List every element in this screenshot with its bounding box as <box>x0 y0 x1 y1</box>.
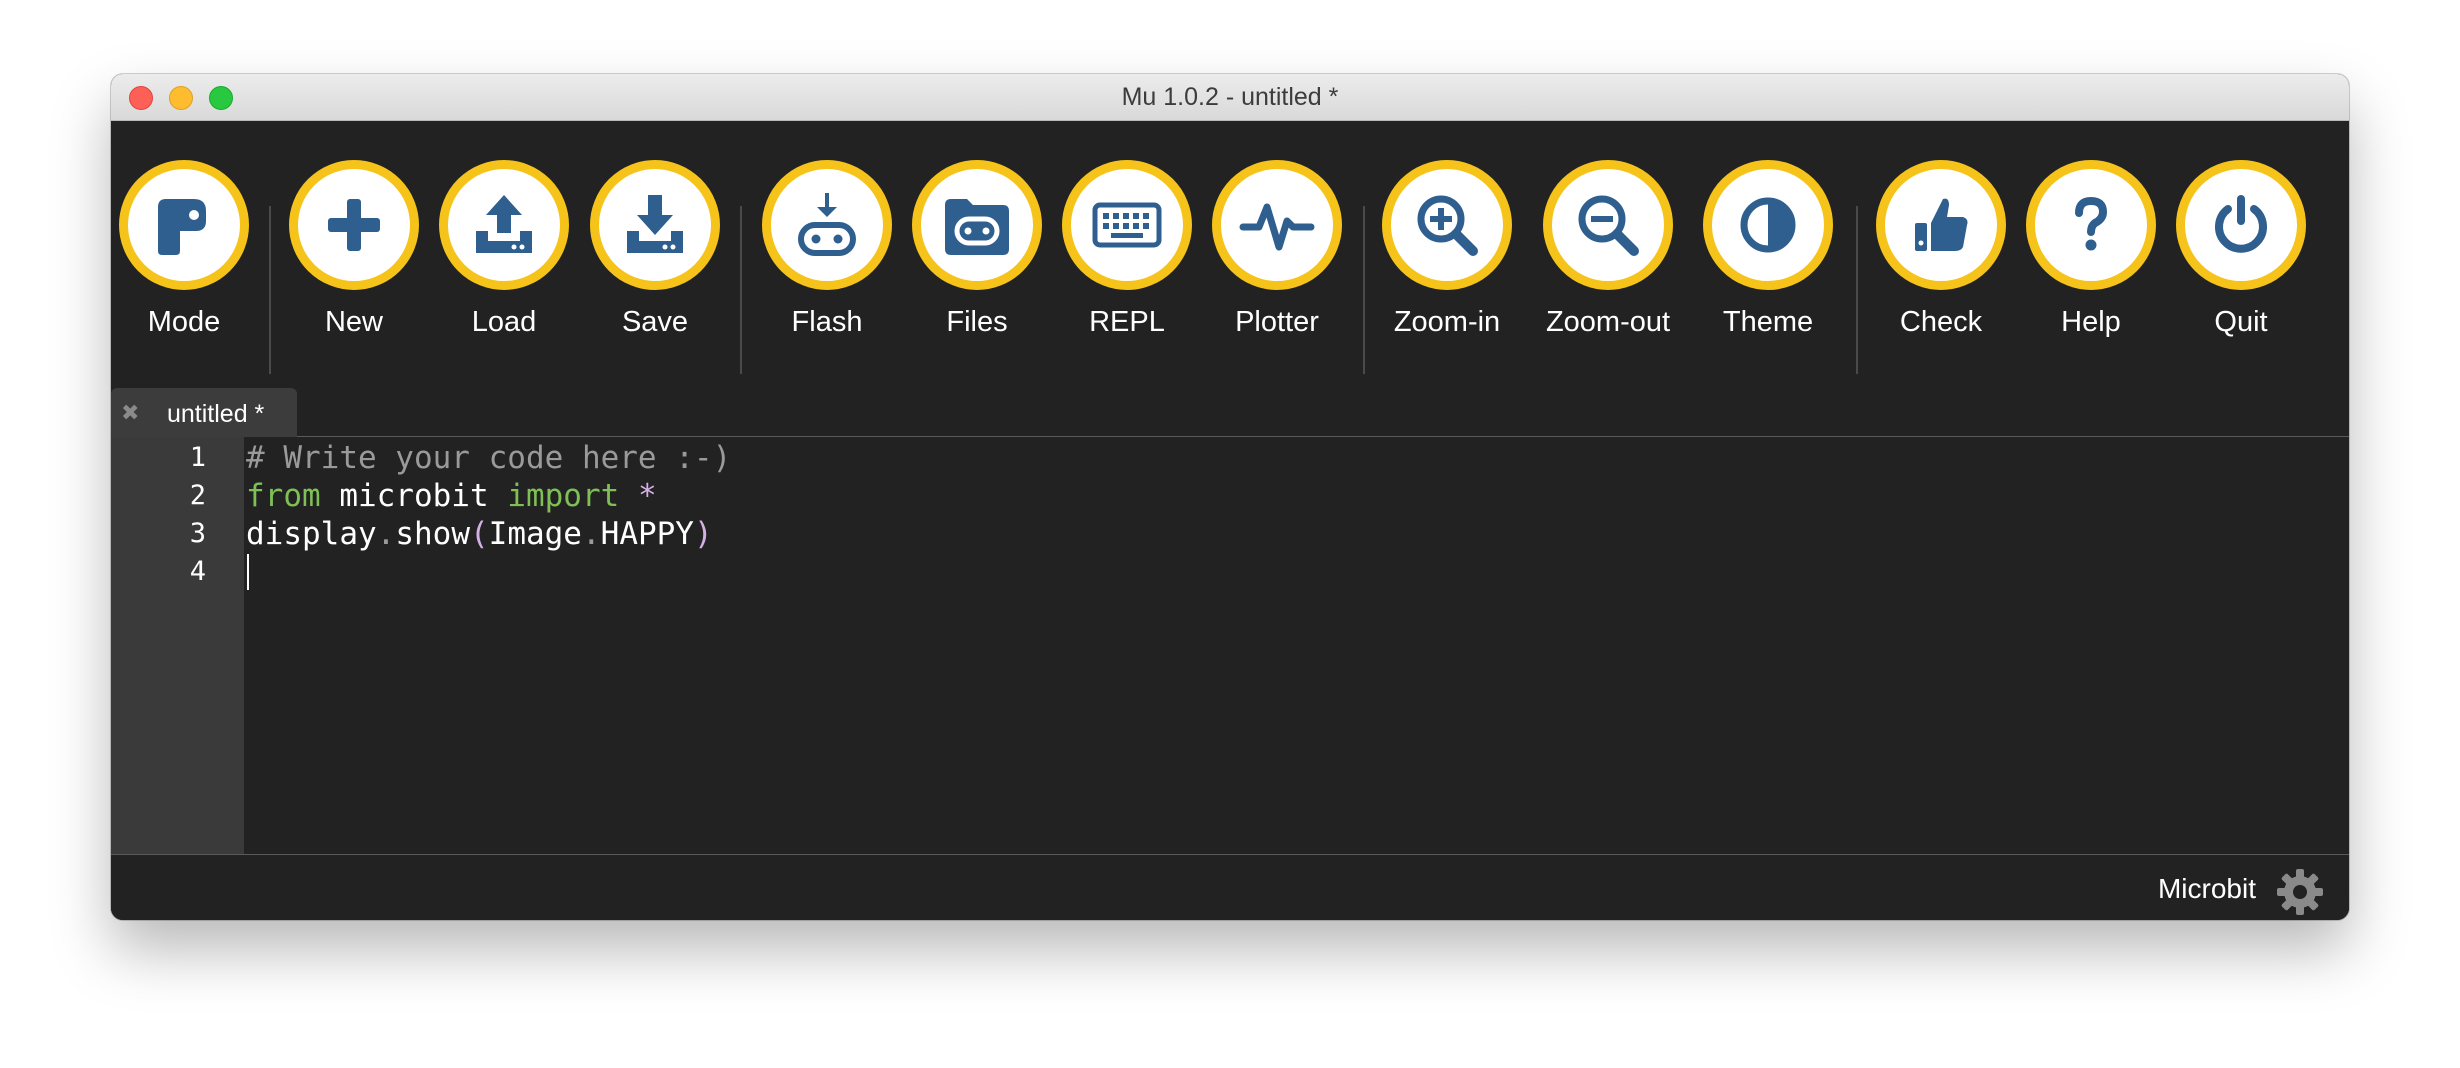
tab-label: untitled * <box>167 400 265 428</box>
window-title: Mu 1.0.2 - untitled * <box>1121 83 1339 111</box>
toolbar-separator <box>1856 206 1858 374</box>
code-paren: ) <box>693 516 713 552</box>
tab-bar: ✖ untitled * <box>111 384 2349 437</box>
plotter-label: Plotter <box>1235 306 1319 338</box>
code-comment: # Write your code here :-) <box>246 440 732 476</box>
power-icon <box>2215 195 2267 253</box>
code-line-3: display.show(Image.HAPPY) <box>246 515 713 553</box>
toolbar-separator <box>740 206 742 374</box>
line-number: 4 <box>189 556 206 587</box>
quit-label: Quit <box>2214 306 2268 338</box>
gear-icon[interactable] <box>2275 867 2325 917</box>
code-paren: ( <box>469 516 489 552</box>
upload-icon <box>476 195 532 253</box>
save-label: Save <box>621 306 689 338</box>
code-operator: * <box>637 478 657 514</box>
toolbar: Mode New Load Save Flash Files REPL Plot… <box>111 121 2349 384</box>
flash-microbit-icon <box>798 193 856 256</box>
toolbar-separator <box>1363 206 1365 374</box>
code-line-1: # Write your code here :-) <box>246 439 731 477</box>
toolbar-separator <box>269 206 271 374</box>
code-editor[interactable]: 1 2 3 4 # Write your code here :-) from … <box>111 437 2349 920</box>
code-keyword: import <box>507 478 620 514</box>
code-identifier: display <box>246 516 377 552</box>
status-bar: Microbit <box>111 854 2349 920</box>
pulse-icon <box>1239 203 1315 251</box>
python-logo-icon <box>158 199 206 255</box>
text-cursor <box>247 554 249 590</box>
close-tab-icon[interactable]: ✖ <box>121 400 139 426</box>
mode-indicator[interactable]: Microbit <box>2158 873 2256 905</box>
zoom-in-icon <box>1417 195 1478 256</box>
line-number: 1 <box>189 442 206 473</box>
code-identifier: microbit <box>320 478 508 514</box>
contrast-icon <box>1740 197 1796 253</box>
line-number: 3 <box>189 518 206 549</box>
code-line-2: from microbit import * <box>246 477 657 515</box>
mu-editor-window: Mu 1.0.2 - untitled * Mode New Load Save… <box>111 74 2349 920</box>
code-keyword: from <box>246 478 321 514</box>
line-number-gutter: 1 2 3 4 <box>111 437 244 920</box>
line-number: 2 <box>189 480 206 511</box>
tab-untitled[interactable]: ✖ untitled * <box>111 388 297 437</box>
code-identifier: show <box>395 516 470 552</box>
title-bar: Mu 1.0.2 - untitled * <box>111 74 2349 121</box>
thumbs-up-icon <box>1915 198 1968 251</box>
download-icon <box>627 195 683 253</box>
plus-icon <box>328 199 380 251</box>
code-dot: . <box>376 516 396 552</box>
code-identifier: Image <box>488 516 582 552</box>
code-dot: . <box>581 516 601 552</box>
mode-label: Mode <box>147 306 221 338</box>
question-icon <box>2075 196 2108 251</box>
theme-label: Theme <box>1722 306 1814 338</box>
code-identifier: HAPPY <box>600 516 694 552</box>
keyboard-icon <box>1092 202 1162 248</box>
zoom-out-icon <box>1578 195 1639 256</box>
folder-microbit-icon <box>945 199 1009 255</box>
